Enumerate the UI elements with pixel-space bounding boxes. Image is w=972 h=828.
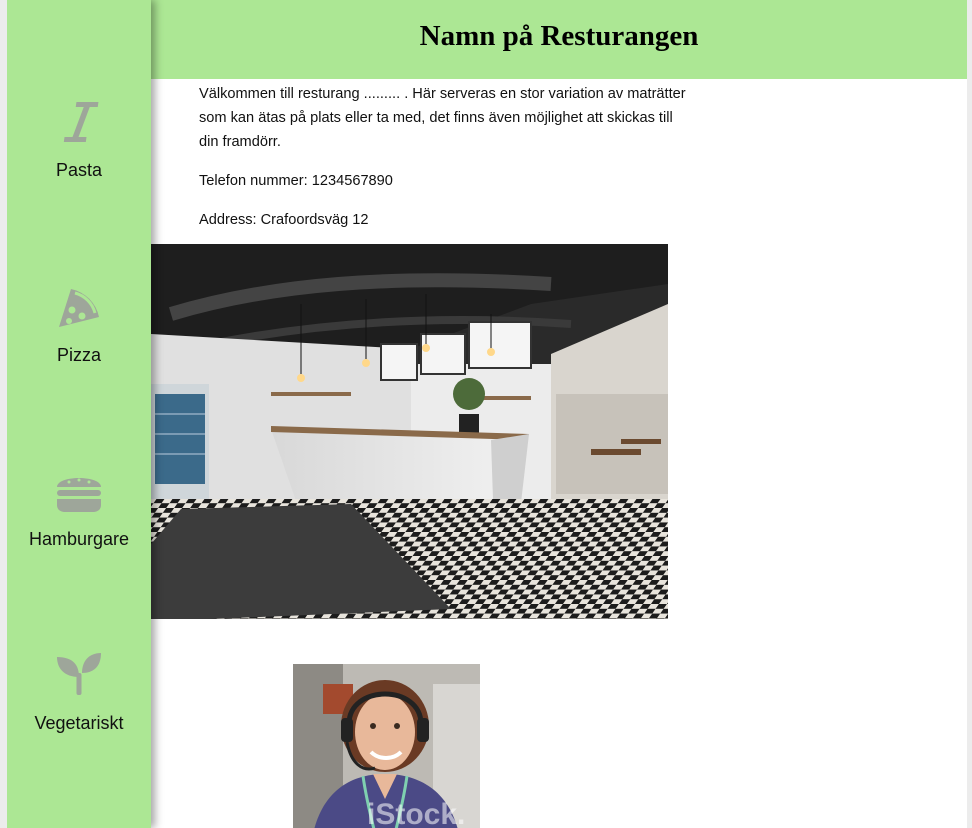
sidebar-item-label: Pasta xyxy=(55,160,103,180)
intro-text: Välkommen till resturang ......... . Här… xyxy=(199,82,709,154)
intro-line-1: Välkommen till resturang ......... . Här… xyxy=(199,86,686,102)
intro-line-3: din framdörr. xyxy=(199,134,281,150)
address: Address: Crafoordsväg 12 xyxy=(199,212,369,228)
sidebar-item-label: Vegetariskt xyxy=(34,713,124,733)
sidebar-item-hamburgare[interactable]: Hamburgare xyxy=(7,467,151,577)
burger-icon xyxy=(55,467,103,515)
italic-i-icon xyxy=(55,98,103,146)
sidebar-item-vegetariskt[interactable]: Vegetariskt xyxy=(7,651,151,761)
header-bar: Namn på Resturangen xyxy=(7,0,967,79)
phone-number: Telefon nummer: 1234567890 xyxy=(199,173,393,189)
pizza-slice-icon xyxy=(55,283,103,331)
sidebar-item-pizza[interactable]: Pizza xyxy=(7,283,151,393)
restaurant-interior-image xyxy=(151,244,668,619)
sidebar: Pasta Pizza Hamburgare Vegetariskt xyxy=(7,0,151,828)
intro-line-2: som kan ätas på plats eller ta med, det … xyxy=(199,110,673,126)
staff-headset-image: iStock. xyxy=(293,664,480,828)
seedling-icon xyxy=(55,651,103,699)
sidebar-item-pasta[interactable]: Pasta xyxy=(7,98,151,208)
sidebar-item-label: Pizza xyxy=(56,345,101,365)
sidebar-item-label: Hamburgare xyxy=(28,529,130,549)
page: Namn på Resturangen Pasta Pizza Hamburga… xyxy=(7,0,967,828)
istock-watermark: iStock. xyxy=(367,798,465,828)
page-title: Namn på Resturangen xyxy=(419,20,699,52)
main-content: Välkommen till resturang ......... . Här… xyxy=(199,82,709,247)
